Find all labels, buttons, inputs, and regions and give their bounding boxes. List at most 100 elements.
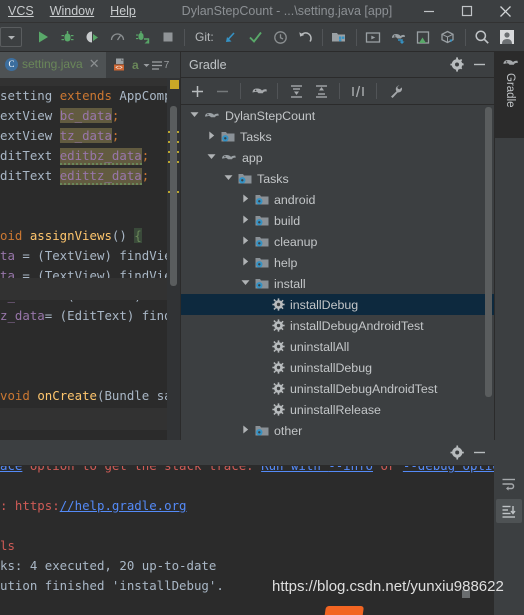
- gradle-task-icon: [272, 340, 285, 353]
- menu-vcs[interactable]: VCS: [0, 0, 42, 23]
- gradle-tree-item-build[interactable]: build: [181, 210, 494, 231]
- gradle-elephant-icon: [221, 151, 237, 164]
- java-class-icon: C: [5, 57, 18, 71]
- gradle-build-settings-button[interactable]: [383, 79, 407, 103]
- console-settings-button[interactable]: [446, 442, 468, 464]
- attach-debugger-button[interactable]: [130, 25, 155, 50]
- profiler-button[interactable]: [105, 25, 130, 50]
- console-link[interactable]: ace: [0, 466, 22, 473]
- scroll-to-end-button[interactable]: [496, 499, 522, 523]
- gradle-tree-item-dylanstepcount[interactable]: DylanStepCount: [181, 105, 494, 126]
- console-link[interactable]: //help.gradle.org: [60, 498, 187, 513]
- chevron-right-icon[interactable]: [238, 257, 252, 268]
- close-icon: [499, 5, 511, 17]
- chevron-right-icon[interactable]: [238, 425, 252, 436]
- tool-button-gradle[interactable]: Gradle: [495, 52, 524, 138]
- gradle-tree-scrollbar[interactable]: [485, 107, 492, 397]
- gradle-tree-item-other[interactable]: other: [181, 420, 494, 439]
- sdk-manager-button[interactable]: [327, 25, 352, 50]
- console-link[interactable]: Run with: [261, 466, 328, 473]
- gradle-tree-item-cleanup[interactable]: cleanup: [181, 231, 494, 252]
- gradle-tree-item-tasks[interactable]: Tasks: [181, 168, 494, 189]
- run-with-coverage-button[interactable]: [80, 25, 105, 50]
- editor-marker-column[interactable]: [167, 78, 180, 440]
- stop-icon: [163, 32, 172, 42]
- expand-all-button[interactable]: [284, 79, 308, 103]
- inspection-icon[interactable]: <>: [112, 57, 128, 73]
- decorative-orange-shape: [324, 606, 364, 615]
- toggle-offline-mode-button[interactable]: [346, 79, 370, 103]
- console-text: or: [373, 466, 403, 473]
- avd-manager-button[interactable]: [361, 25, 386, 50]
- gradle-tree-item-label: Tasks: [257, 171, 289, 186]
- gradle-task-icon: [272, 319, 285, 332]
- gradle-tree-item-uninstalldebug[interactable]: uninstallDebug: [181, 357, 494, 378]
- console-link[interactable]: --info: [328, 466, 373, 473]
- inspection-status-marker: [170, 80, 179, 89]
- menu-window[interactable]: Window: [42, 0, 102, 23]
- gradle-tree-item-label: DylanStepCount: [225, 108, 316, 123]
- search-everywhere-button[interactable]: [470, 25, 495, 50]
- svg-text:<>: <>: [115, 64, 123, 71]
- close-icon[interactable]: ✕: [89, 56, 100, 72]
- analyze-letter-label: a: [132, 58, 139, 72]
- gradle-tree-item-installdebugandroidtest[interactable]: installDebugAndroidTest: [181, 315, 494, 336]
- close-button[interactable]: [486, 0, 524, 23]
- execute-gradle-task-button[interactable]: [247, 79, 271, 103]
- apk-analyzer-icon: [441, 30, 454, 43]
- gradle-tree-item-uninstalldebugandroidtest[interactable]: uninstallDebugAndroidTest: [181, 378, 494, 399]
- gradle-hide-button[interactable]: [468, 54, 490, 76]
- wrap-text-button[interactable]: [496, 472, 522, 496]
- git-history-button[interactable]: [268, 25, 293, 50]
- gradle-tree-item-install[interactable]: install: [181, 273, 494, 294]
- gradle-tree-item-tasks[interactable]: Tasks: [181, 126, 494, 147]
- console-hide-button[interactable]: [468, 442, 490, 464]
- chevron-right-icon[interactable]: [238, 236, 252, 247]
- collapse-all-button[interactable]: [309, 79, 333, 103]
- run-button[interactable]: [30, 25, 55, 50]
- gradle-tree-item-uninstallrelease[interactable]: uninstallRelease: [181, 399, 494, 420]
- git-revert-button[interactable]: [293, 25, 318, 50]
- chevron-down-icon[interactable]: [238, 278, 252, 289]
- gradle-tree-item-help[interactable]: help: [181, 252, 494, 273]
- user-account-button[interactable]: [495, 25, 520, 50]
- minimize-button[interactable]: [410, 0, 448, 23]
- inspection-summary[interactable]: 7: [143, 60, 169, 71]
- chevron-down-icon[interactable]: [187, 110, 201, 121]
- run-config-dropdown[interactable]: [0, 25, 30, 50]
- gradle-tree-item-uninstallall[interactable]: uninstallAll: [181, 336, 494, 357]
- debug-button[interactable]: [55, 25, 80, 50]
- chevron-down-icon[interactable]: [221, 173, 235, 184]
- chevron-down-icon[interactable]: [204, 152, 218, 163]
- chevron-right-icon[interactable]: [238, 215, 252, 226]
- code-editor[interactable]: setting extends AppCompatA extView bc_da…: [0, 78, 180, 440]
- gradle-tree-item-label: uninstallAll: [290, 339, 350, 354]
- gradle-tree-item-label: installDebugAndroidTest: [290, 318, 424, 333]
- chevron-right-icon[interactable]: [238, 194, 252, 205]
- console-text: ks: 4 executed, 20 up-to-date: [0, 558, 217, 573]
- gradle-settings-button[interactable]: [446, 54, 468, 76]
- toolbar-separator-2: [321, 28, 323, 46]
- layout-inspector-button[interactable]: [411, 25, 436, 50]
- git-commit-button[interactable]: [243, 25, 268, 50]
- console-link[interactable]: --debug optio: [403, 466, 494, 473]
- console-text: : https:: [0, 498, 60, 513]
- git-update-button[interactable]: [218, 25, 243, 50]
- remove-gradle-project-button[interactable]: [210, 79, 234, 103]
- editor-tab-setting-java[interactable]: C setting.java ✕: [0, 52, 106, 78]
- maximize-button[interactable]: [448, 0, 486, 23]
- gradle-task-tree[interactable]: DylanStepCount Tasks app Tasks android build c…: [181, 105, 494, 439]
- menu-help[interactable]: Help: [102, 0, 144, 23]
- add-gradle-project-button[interactable]: [185, 79, 209, 103]
- gradle-tree-item-installdebug[interactable]: installDebug: [181, 294, 494, 315]
- apk-analyzer-button[interactable]: [436, 25, 461, 50]
- stop-button[interactable]: [155, 25, 180, 50]
- sync-gradle-button[interactable]: [386, 25, 411, 50]
- gradle-tree-item-app[interactable]: app: [181, 147, 494, 168]
- toolbar-separator-4: [464, 28, 466, 46]
- gradle-tree-item-android[interactable]: android: [181, 189, 494, 210]
- gradle-panel-title: Gradle: [189, 57, 227, 72]
- editor-scrollbar-thumb[interactable]: [170, 106, 177, 286]
- gear-icon: [449, 57, 464, 72]
- chevron-right-icon[interactable]: [204, 131, 218, 142]
